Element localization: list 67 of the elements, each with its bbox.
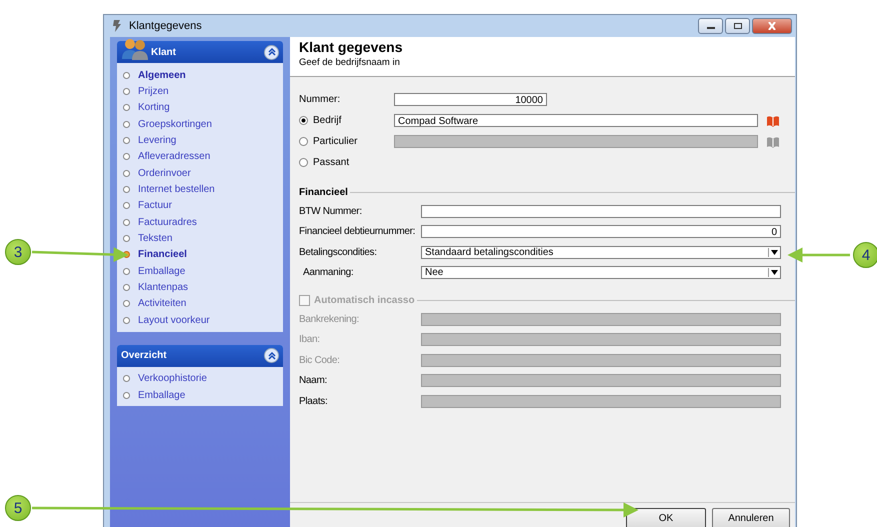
sidebar-link[interactable]: Klantenpas (138, 282, 188, 294)
sidebar-link[interactable]: Teksten (138, 233, 172, 244)
step-marker: 4 (853, 242, 877, 268)
chevron-up-icon (266, 47, 276, 57)
sidebar-link[interactable]: Orderinvoer (138, 168, 191, 179)
input-field[interactable]: 10000 (394, 93, 547, 106)
window-title: Klantgegevens (129, 20, 202, 32)
collapse-button[interactable] (264, 348, 279, 363)
sidebar-link[interactable]: Verkoophistorie (138, 373, 207, 384)
sidebar-link[interactable]: Factuuradres (138, 216, 197, 228)
sidebar-link[interactable]: Financieel (138, 249, 187, 260)
step-marker: 3 (5, 239, 31, 265)
input-field[interactable]: 0 (421, 225, 781, 238)
sidebar-link[interactable]: Korting (138, 102, 170, 114)
dropdown-arrow-icon[interactable] (768, 268, 780, 278)
field-label: Passant (313, 157, 350, 168)
sidebar-link[interactable]: Afleveradressen (138, 151, 210, 162)
radio-button[interactable] (299, 116, 308, 125)
field-label: Plaats: (299, 396, 328, 407)
sidebar-link[interactable]: Levering (138, 135, 176, 146)
field-label: Bankrekening: (299, 314, 360, 325)
dropdown-arrow-icon[interactable] (768, 248, 780, 257)
pointer-arrow (788, 248, 850, 262)
sidebar-link[interactable]: Emballage (138, 266, 186, 277)
sidebar-link[interactable]: Internet bestellen (138, 184, 215, 196)
sidebar-link[interactable]: Prijzen (138, 86, 169, 98)
step-marker: 5 (5, 495, 31, 521)
sidebar-link[interactable]: Algemeen (138, 70, 186, 81)
input-field[interactable] (421, 204, 781, 218)
sidebar-link[interactable]: Groepskortingen (138, 118, 212, 130)
sidebar-link[interactable]: Activiteiten (138, 298, 186, 310)
field-label: Bic Code: (299, 354, 341, 366)
app-icon (110, 19, 124, 33)
close-icon (767, 22, 777, 30)
page-subtitle: Geef de bedrijfsnaam in (299, 57, 401, 68)
collapse-button[interactable] (264, 44, 279, 60)
book-icon[interactable] (766, 114, 780, 126)
page-title: Klant gegevens (299, 39, 404, 55)
field-label: Bedrijf (313, 115, 342, 126)
radio-button[interactable] (299, 158, 308, 167)
checkbox-label: Automatisch incasso (313, 294, 415, 306)
maximize-icon (732, 22, 742, 30)
maximize-button[interactable] (725, 18, 750, 34)
input-field[interactable]: Compad Software (394, 114, 758, 127)
field-label: Naam: (299, 375, 328, 386)
dialog-button[interactable]: OK (626, 508, 706, 527)
panel-title: Klant (151, 46, 176, 58)
field-label: Betalingscondities: (299, 246, 378, 258)
field-label: BTW Nummer: (299, 206, 363, 217)
field-label: Aanmaning: (302, 267, 354, 278)
sidebar-link[interactable]: Factuur (138, 200, 172, 212)
panel-title: Overzicht (121, 350, 167, 361)
field-label: Financieel debtieurnummer: (299, 226, 416, 238)
sidebar-link[interactable]: Layout voorkeur (138, 314, 210, 326)
dropdown[interactable]: Nee (421, 266, 781, 280)
people-icon (121, 37, 149, 61)
field-label: Particulier (313, 136, 358, 147)
section-title: Financieel (298, 186, 348, 198)
dropdown[interactable]: Standaard betalingscondities (421, 246, 781, 259)
field-label: Iban: (299, 334, 321, 346)
book-icon[interactable] (766, 136, 780, 148)
close-button[interactable] (752, 18, 792, 34)
chevron-up-icon (266, 350, 276, 360)
dialog-button[interactable]: Annuleren (712, 508, 790, 527)
field-label: Nummer: (299, 94, 342, 105)
minimize-button[interactable] (698, 18, 723, 34)
sidebar-link[interactable]: Emballage (138, 390, 186, 401)
